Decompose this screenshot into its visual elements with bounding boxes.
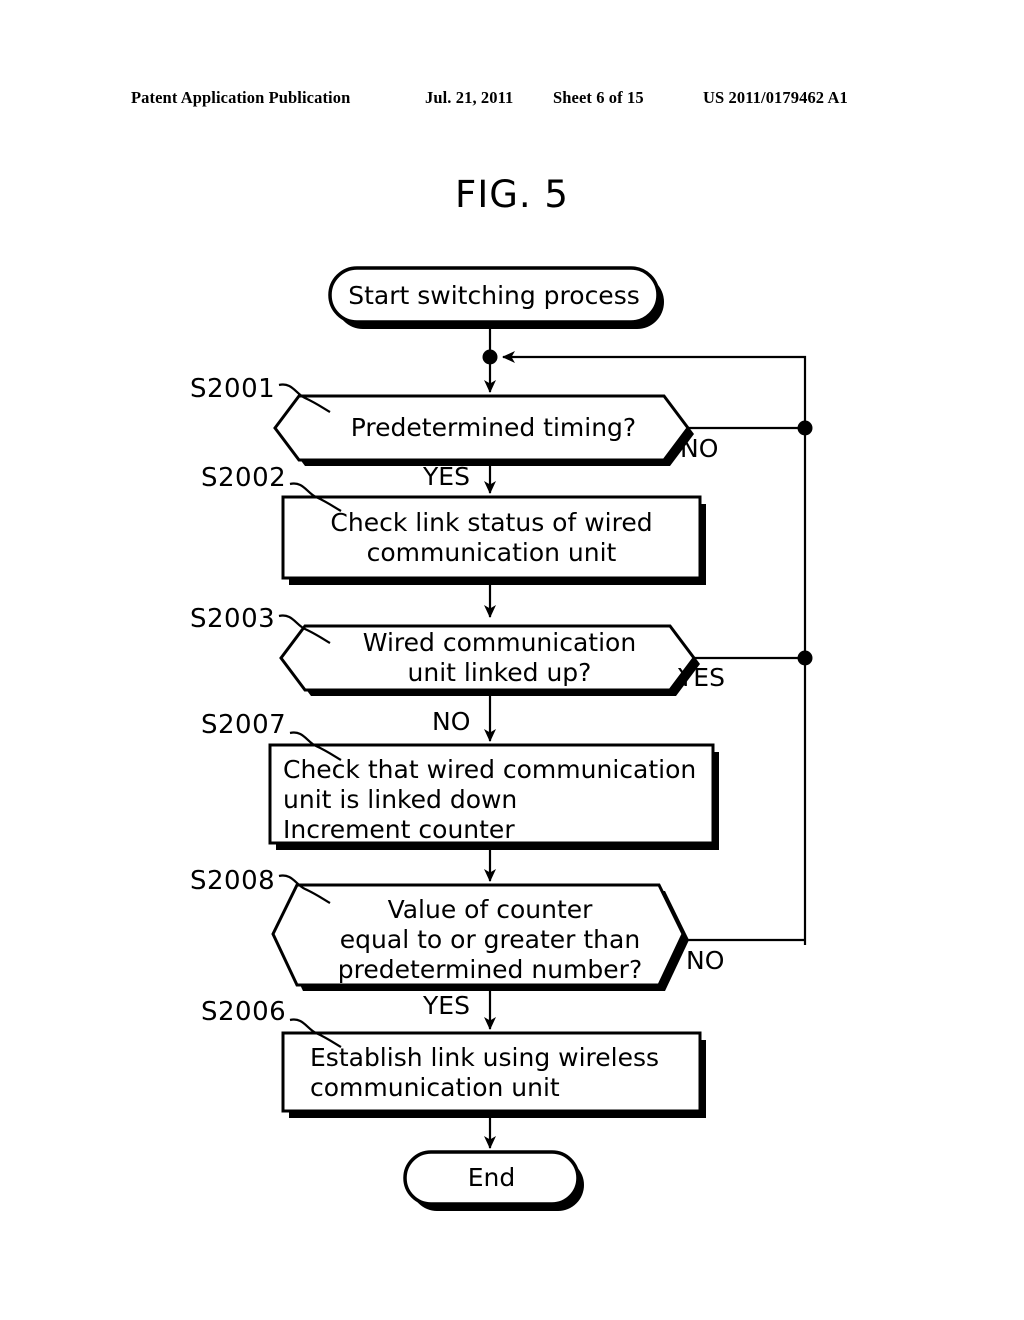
node-s2008-text: Value of counter equal to or greater tha… — [337, 895, 643, 984]
node-s2001-text: Predetermined timing? — [350, 413, 637, 442]
step-label-s2003: S2003 — [190, 604, 276, 634]
node-end-text: End — [467, 1163, 516, 1192]
branch-label-s2003-no: NO — [432, 707, 471, 736]
branch-label-s2008-no: NO — [686, 946, 725, 975]
step-label-s2002: S2002 — [201, 463, 287, 493]
branch-label-s2001-no: NO — [680, 434, 719, 463]
branch-label-s2008-yes: YES — [423, 991, 470, 1020]
node-s2006-text: Establish link using wireless communicat… — [310, 1043, 660, 1102]
node-s2003-text: Wired communication unit linked up? — [362, 628, 637, 687]
node-start-text: Start switching process — [348, 281, 640, 310]
step-label-s2001: S2001 — [190, 374, 276, 404]
step-label-s2008: S2008 — [190, 866, 276, 896]
step-label-s2006: S2006 — [201, 997, 287, 1027]
node-s2002-text: Check link status of wired communication… — [330, 508, 653, 567]
branch-label-s2001-yes: YES — [423, 462, 470, 491]
step-label-s2007: S2007 — [201, 710, 287, 740]
node-s2007-text: Check that wired communication unit is l… — [283, 755, 697, 844]
branch-label-s2003-yes: YES — [678, 663, 725, 692]
